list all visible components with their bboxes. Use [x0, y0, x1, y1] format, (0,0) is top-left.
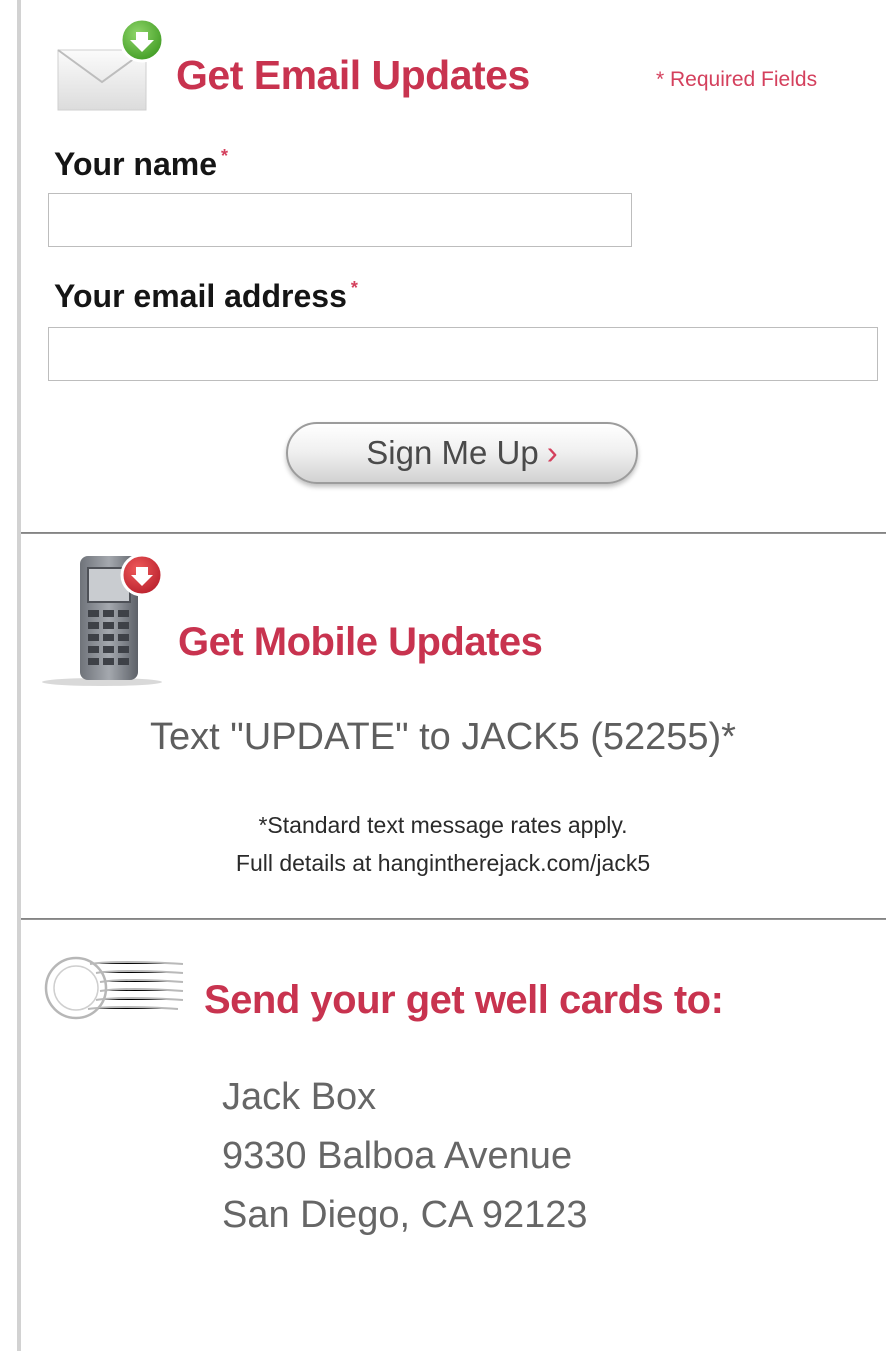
- sign-me-up-label: Sign Me Up: [366, 434, 539, 471]
- mobile-phone-icon: [42, 553, 164, 686]
- required-star: *: [221, 146, 229, 166]
- text-update-instruction: Text "UPDATE" to JACK5 (52255)*: [150, 716, 736, 758]
- full-details-note: Full details at hangintherejack.com/jack…: [235, 850, 651, 876]
- name-input[interactable]: [48, 193, 632, 247]
- address-line-street: 9330 Balboa Avenue: [222, 1135, 573, 1177]
- get-well-cards-heading: Send your get well cards to:: [204, 978, 724, 1022]
- your-email-label-text: Your email address: [54, 278, 347, 314]
- email-input[interactable]: [48, 327, 878, 381]
- postmark-icon: [44, 956, 184, 1020]
- address-line-city: San Diego, CA 92123: [222, 1194, 588, 1236]
- address-line-name: Jack Box: [222, 1076, 377, 1118]
- required-star: *: [350, 278, 358, 298]
- chevron-right-icon: ›: [546, 434, 558, 471]
- your-name-label-text: Your name: [54, 146, 217, 182]
- your-email-label: Your email address *: [54, 278, 358, 315]
- mobile-updates-heading: Get Mobile Updates: [178, 620, 543, 664]
- sign-me-up-button[interactable]: Sign Me Up ›: [286, 422, 638, 484]
- email-updates-heading: Get Email Updates: [176, 52, 530, 98]
- text-rates-note: *Standard text message rates apply.: [258, 812, 628, 838]
- required-fields-note: * Required Fields: [656, 68, 818, 91]
- your-name-label: Your name *: [54, 146, 228, 183]
- envelope-add-icon: [57, 17, 165, 111]
